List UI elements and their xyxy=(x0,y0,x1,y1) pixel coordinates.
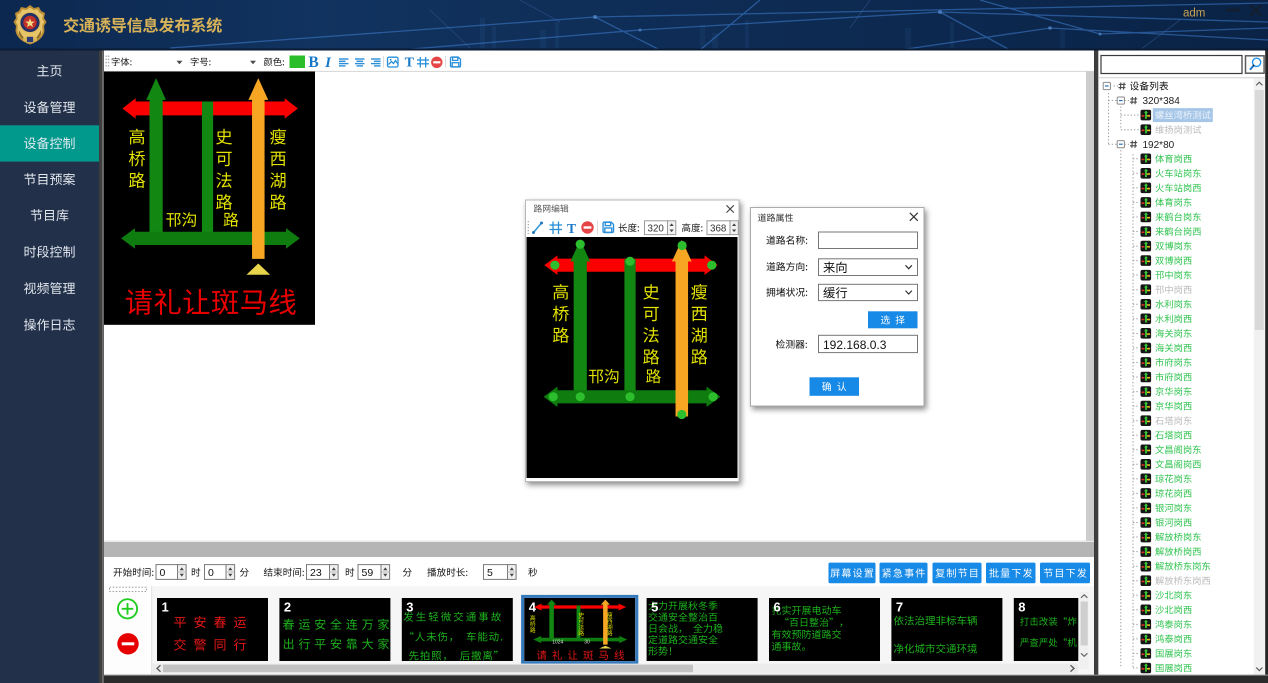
svg-text:4: 4 xyxy=(529,600,537,615)
svg-text:7: 7 xyxy=(896,600,903,615)
svg-text:B: B xyxy=(308,54,318,71)
svg-text:2: 2 xyxy=(284,600,291,615)
svg-text:8: 8 xyxy=(1018,600,1025,615)
svg-text:T: T xyxy=(405,56,415,71)
svg-text:368: 368 xyxy=(710,223,727,234)
svg-text:192.168.0.3: 192.168.0.3 xyxy=(823,338,887,352)
svg-text:adm: adm xyxy=(1183,8,1205,20)
svg-text:5: 5 xyxy=(651,600,658,615)
svg-text:I: I xyxy=(324,55,332,71)
svg-text:30: 30 xyxy=(584,640,590,646)
svg-text:0: 0 xyxy=(208,567,214,579)
svg-text:0: 0 xyxy=(160,567,166,579)
svg-text:1: 1 xyxy=(162,600,169,615)
svg-text:3: 3 xyxy=(406,600,413,615)
svg-text:1024: 1024 xyxy=(552,640,563,646)
svg-text:T: T xyxy=(567,221,576,236)
svg-text:320*384: 320*384 xyxy=(1143,96,1181,107)
svg-text:23: 23 xyxy=(310,567,322,579)
svg-text:320: 320 xyxy=(648,223,665,234)
svg-text:192*80: 192*80 xyxy=(1143,140,1175,151)
svg-text:5: 5 xyxy=(487,567,493,579)
svg-text:59: 59 xyxy=(362,567,374,579)
svg-text:6: 6 xyxy=(774,600,781,615)
